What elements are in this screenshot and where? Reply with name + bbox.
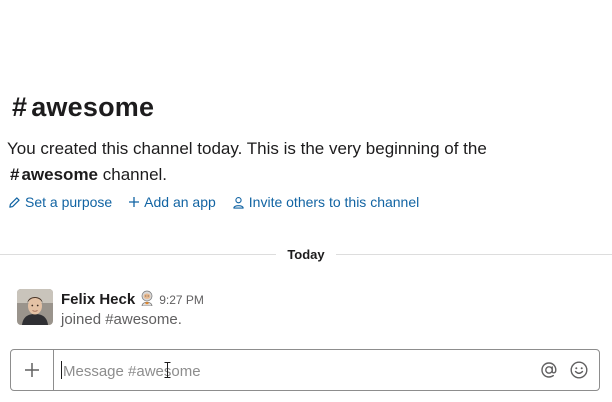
message-composer [10, 349, 600, 391]
set-purpose-label: Set a purpose [25, 194, 113, 210]
invite-label: Invite others to this channel [248, 194, 420, 210]
channel-intro: You created this channel today. This is … [7, 136, 527, 188]
plus-icon [129, 197, 140, 207]
day-divider-label[interactable]: Today [276, 245, 336, 265]
message-text: joined #awesome. [61, 311, 182, 328]
message-author[interactable]: Felix Heck [61, 291, 135, 308]
emoji-icon[interactable] [569, 360, 589, 380]
channel-title: # awesome [12, 92, 154, 123]
attach-button[interactable] [11, 350, 54, 390]
message-header: Felix Heck 9:27 PM [61, 288, 204, 308]
intro-channel-name: awesome [21, 165, 99, 184]
set-purpose-button[interactable]: Set a purpose [8, 194, 112, 210]
message-item: Felix Heck 9:27 PM joined #awesome. [17, 288, 597, 328]
mention-icon[interactable] [539, 360, 559, 380]
message-input[interactable] [61, 358, 525, 384]
intro-channel-hash: # [10, 165, 20, 184]
invite-button[interactable]: Invite others to this channel [232, 194, 419, 210]
ibeam-cursor-icon [164, 362, 171, 378]
astronaut-icon[interactable] [139, 290, 155, 307]
add-app-button[interactable]: Add an app [128, 194, 216, 210]
message-timestamp[interactable]: 9:27 PM [159, 293, 204, 307]
pencil-icon [9, 196, 20, 208]
person-icon [233, 196, 244, 209]
add-app-label: Add an app [144, 194, 216, 210]
channel-page: # awesome You created this channel today… [0, 0, 612, 402]
text-caret [61, 361, 62, 379]
intro-text: You created this channel today. This is … [7, 139, 487, 158]
channel-name: awesome [31, 92, 155, 122]
channel-actions: Set a purpose Add an app Invite others t… [8, 194, 435, 210]
intro-text-end: channel. [102, 165, 168, 184]
channel-hash: # [12, 92, 28, 122]
plus-icon [25, 363, 39, 377]
avatar[interactable] [17, 289, 53, 325]
